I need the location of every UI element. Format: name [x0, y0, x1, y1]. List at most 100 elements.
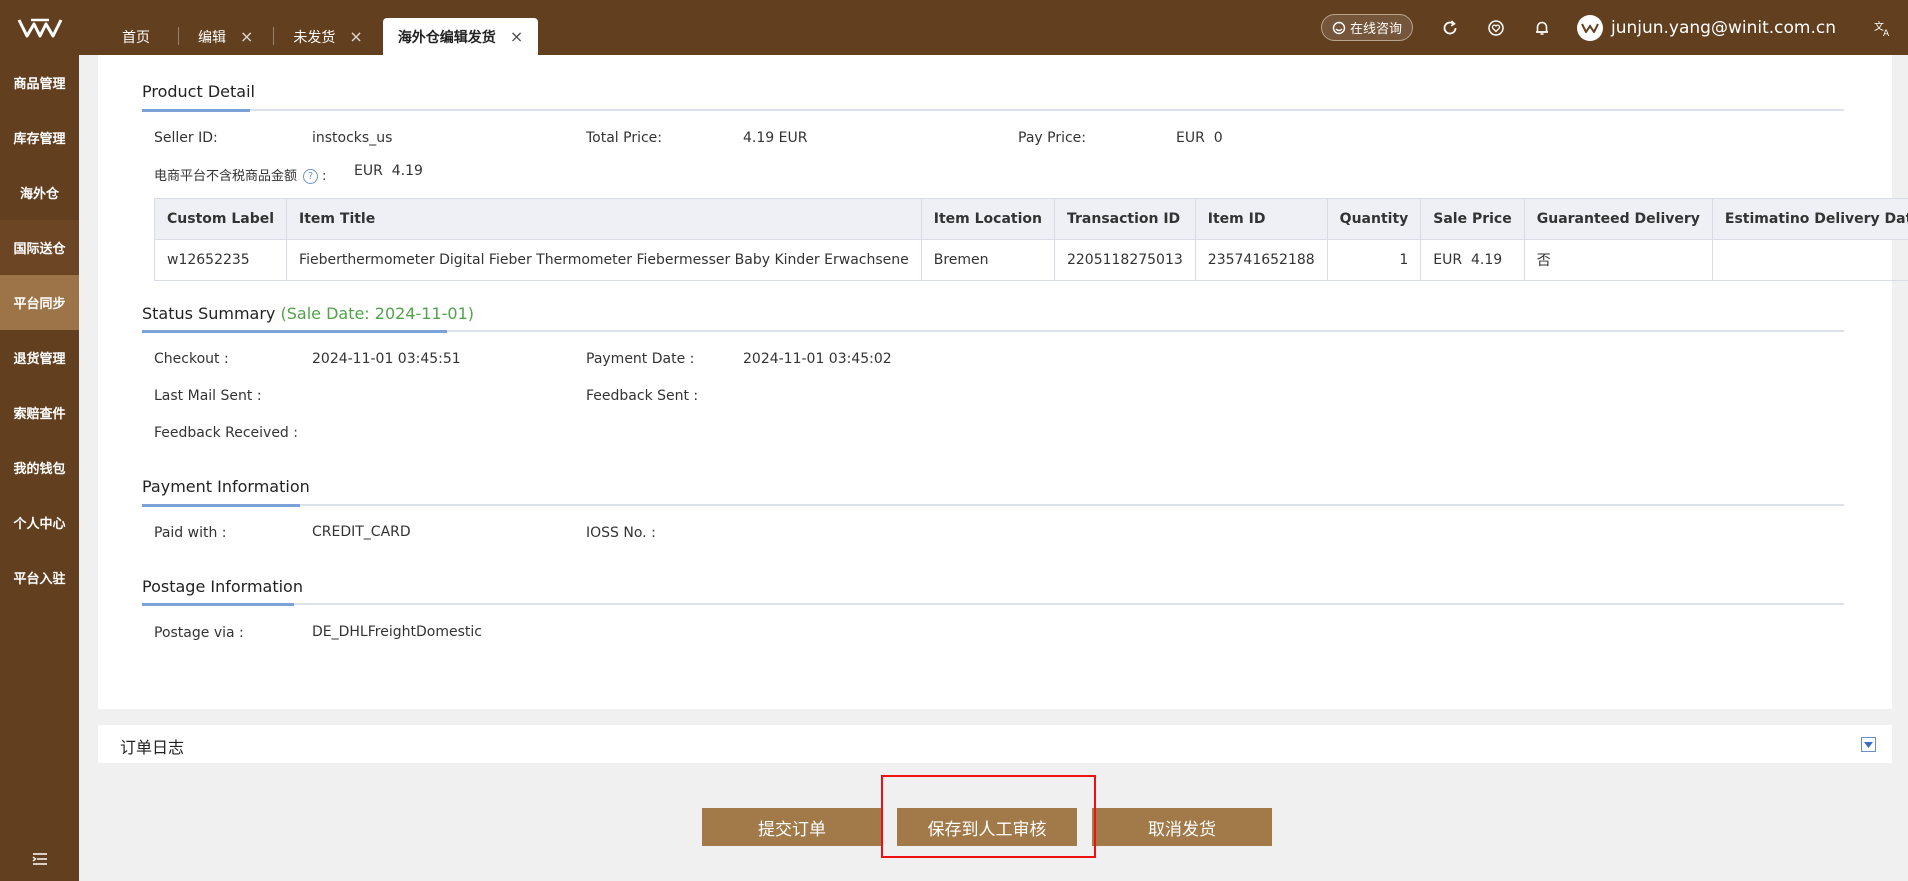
cell-transaction-id: 2205118275013	[1053, 239, 1196, 281]
translate-icon[interactable]: 文A	[1872, 17, 1894, 39]
sidebar-item-inventory-management[interactable]: 库存管理	[0, 110, 79, 165]
table-header-row: Custom Label Item Title Item Location Tr…	[153, 198, 1908, 240]
close-icon[interactable]: ×	[240, 27, 253, 46]
paid-with-label: Paid with :	[154, 525, 227, 541]
postage-via-value: DE_DHLFreightDomestic	[312, 624, 482, 640]
online-consult-button[interactable]: 在线咨询	[1320, 14, 1413, 41]
submit-order-button[interactable]: 提交订单	[702, 808, 882, 846]
sidebar-item-personal-center[interactable]: 个人中心	[0, 495, 79, 550]
order-log-panel[interactable]: 订单日志	[98, 725, 1892, 763]
sidebar-item-label: 平台同步	[13, 297, 66, 312]
sidebar-item-claims[interactable]: 索赔查件	[0, 385, 79, 440]
top-bar: 首页 编辑 × 未发货 × 海外仓编辑发货 × 在线咨询 junjun.yang…	[0, 0, 1908, 55]
cell-item-location: Bremen	[920, 239, 1055, 281]
total-price-label: Total Price:	[586, 130, 663, 146]
sidebar-item-label: 海外仓	[19, 187, 59, 202]
total-price-value: 4.19 EUR	[743, 130, 808, 146]
sidebar: 商品管理 库存管理 海外仓 国际送仓 平台同步 退货管理 索赔查件 我的钱包 个…	[0, 55, 79, 881]
user-email: junjun.yang@winit.com.cn	[1610, 17, 1836, 38]
tab-overseas-edit-ship[interactable]: 海外仓编辑发货 ×	[382, 18, 539, 55]
cell-item-title: Fieberthermometer Digital Fieber Thermom…	[286, 239, 922, 281]
ioss-number-label: IOSS No. :	[586, 525, 656, 541]
tab-label: 首页	[122, 29, 150, 46]
tab-label: 未发货	[293, 29, 336, 46]
cell-item-id: 235741652188	[1194, 239, 1328, 281]
last-mail-sent-label: Last Mail Sent :	[154, 388, 262, 404]
consult-label: 在线咨询	[1349, 22, 1402, 37]
tax-label-colon: :	[322, 169, 327, 184]
section-title-payment-information: Payment Information	[142, 477, 310, 496]
avatar	[1576, 14, 1603, 41]
column-header: Item Location	[920, 198, 1055, 240]
column-header: Guaranteed Delivery	[1523, 198, 1713, 240]
pay-price-value: EUR 0	[1176, 130, 1223, 146]
sidebar-item-label: 商品管理	[13, 77, 66, 92]
sidebar-item-product-management[interactable]: 商品管理	[0, 55, 79, 110]
section-divider	[142, 109, 1844, 112]
column-header: Estimatino Delivery Date	[1711, 198, 1908, 240]
sale-date: (Sale Date: 2024-11-01)	[280, 304, 475, 323]
heart-icon[interactable]	[1485, 17, 1507, 39]
order-detail-card: Product Detail Seller ID: instocks_us To…	[98, 55, 1908, 709]
cell-sale-price: EUR 4.19	[1420, 239, 1525, 281]
paid-with-value: CREDIT_CARD	[312, 524, 411, 540]
sidebar-item-label: 索赔查件	[13, 407, 66, 422]
column-header: Transaction ID	[1053, 198, 1196, 240]
sidebar-item-returns-management[interactable]: 退货管理	[0, 330, 79, 385]
close-icon[interactable]: ×	[510, 27, 523, 46]
winit-logo-icon	[17, 18, 62, 37]
section-title-postage-information: Postage Information	[142, 577, 303, 596]
section-title-product-detail: Product Detail	[142, 82, 255, 101]
sidebar-item-platform-sync[interactable]: 平台同步	[0, 275, 79, 330]
cell-guaranteed-delivery: 否	[1523, 239, 1713, 281]
payment-date-label: Payment Date :	[586, 351, 695, 367]
bell-icon[interactable]	[1531, 17, 1553, 39]
menu-collapse-icon[interactable]	[0, 847, 79, 871]
pay-price-label: Pay Price:	[1018, 130, 1086, 146]
tab-home[interactable]: 首页	[100, 18, 178, 55]
sidebar-item-label: 库存管理	[13, 132, 66, 147]
svg-text:A: A	[1883, 29, 1890, 38]
tab-label: 编辑	[198, 29, 226, 46]
logo[interactable]	[0, 0, 79, 55]
order-log-title: 订单日志	[120, 738, 185, 757]
column-header: Custom Label	[153, 198, 288, 240]
help-icon[interactable]: ?	[303, 169, 319, 184]
seller-id-value: instocks_us	[312, 130, 393, 146]
sidebar-item-label: 退货管理	[13, 352, 66, 367]
sidebar-item-overseas-warehouse[interactable]: 海外仓	[0, 165, 79, 220]
sidebar-item-label: 我的钱包	[13, 462, 66, 477]
sidebar-item-label: 个人中心	[13, 517, 66, 532]
feedback-sent-label: Feedback Sent :	[586, 388, 699, 404]
sidebar-item-platform-onboarding[interactable]: 平台入驻	[0, 550, 79, 605]
chat-icon	[1332, 21, 1346, 34]
column-header: Item ID	[1194, 198, 1328, 240]
sidebar-item-international-delivery[interactable]: 国际送仓	[0, 220, 79, 275]
cancel-shipment-button[interactable]: 取消发货	[1092, 808, 1272, 846]
sidebar-item-label: 平台入驻	[13, 572, 66, 587]
cell-custom-label: w12652235	[153, 239, 288, 281]
column-header: Quantity	[1326, 198, 1422, 240]
sidebar-item-label: 国际送仓	[13, 242, 66, 257]
header-actions: 在线咨询 junjun.yang@winit.com.cn 文A	[1320, 0, 1908, 55]
status-summary-title: Status Summary	[142, 304, 276, 323]
section-divider	[142, 504, 1844, 507]
refresh-icon[interactable]	[1439, 17, 1461, 39]
sidebar-item-wallet[interactable]: 我的钱包	[0, 440, 79, 495]
seller-id-label: Seller ID:	[154, 130, 218, 146]
chevron-down-icon[interactable]	[1861, 737, 1876, 752]
tax-label-text: 电商平台不含税商品金额	[154, 169, 298, 184]
tab-edit[interactable]: 编辑 ×	[178, 18, 273, 55]
postage-via-label: Postage via :	[154, 625, 244, 641]
section-title-status-summary: Status Summary (Sale Date: 2024-11-01)	[142, 304, 474, 323]
close-icon[interactable]: ×	[349, 27, 362, 46]
highlight-box	[881, 775, 1096, 858]
tab-unshipped[interactable]: 未发货 ×	[273, 18, 382, 55]
table-row: w12652235 Fieberthermometer Digital Fieb…	[153, 239, 1908, 281]
user-menu[interactable]: junjun.yang@winit.com.cn	[1576, 14, 1836, 41]
column-header: Item Title	[286, 198, 922, 240]
tax-exclusive-amount-value: EUR 4.19	[354, 163, 423, 179]
section-divider	[142, 330, 1844, 333]
items-table: Custom Label Item Title Item Location Tr…	[153, 198, 1908, 281]
tab-bar: 首页 编辑 × 未发货 × 海外仓编辑发货 ×	[100, 18, 539, 55]
